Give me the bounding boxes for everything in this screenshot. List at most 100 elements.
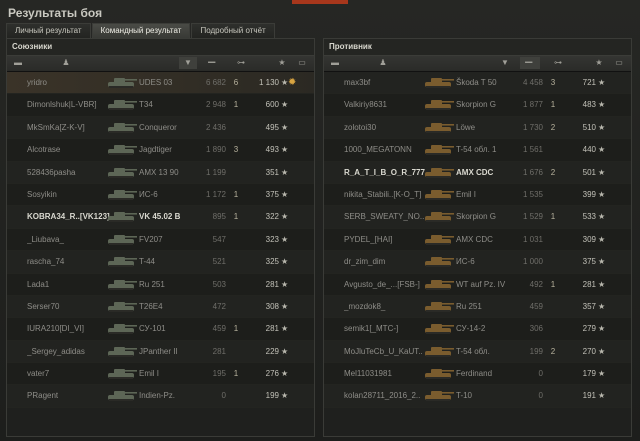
kills-value [547,184,559,205]
xp-value: 493 [265,145,279,155]
xp-value: 179 [582,369,596,379]
tank-icon [108,167,137,178]
player-row[interactable]: _Liubava_ FV207 547 323 ★ [7,228,314,252]
xp-sort-icon[interactable]: ★ [592,57,606,69]
player-row[interactable]: IURA210[DI_VI] СУ-101 459 1 281 ★ [7,318,314,341]
xp-value: 270 [582,346,596,356]
medal-sort-icon[interactable]: ▭ [612,57,626,69]
damage-value: 199 [529,346,543,356]
tab-personal[interactable]: Личный результат [6,23,91,38]
player-row[interactable]: Mel11031981 Ferdinand 0 179 ★ [324,363,631,386]
damage-value: 895 [212,212,226,222]
player-row[interactable]: _mozdok8_ Ru 251 459 357 ★ [324,295,631,319]
star-icon: ★ [281,122,289,132]
vehicle-sort-icon[interactable]: ▼ [179,57,197,69]
platoon-sort-icon[interactable]: ▬ [329,57,341,69]
player-row[interactable]: 528436pasha AMX 13 90 1 199 351 ★ [7,161,314,184]
xp-value: 276 [265,369,279,379]
xp-sort-icon[interactable]: ★ [275,57,289,69]
player-sort-icon[interactable]: ♟ [376,57,390,69]
vehicle-name: Skorpion G [456,212,497,222]
damage-value: 6 682 [205,78,226,87]
xp-value: 323 [265,234,279,244]
tank-icon [425,189,454,200]
xp-value: 199 [265,391,279,401]
player-row[interactable]: Lada1 Ru 251 503 281 ★ [7,273,314,296]
vehicle-sort-icon[interactable]: ▼ [496,57,514,69]
player-row[interactable]: _Sergey_adidas JPanther II 281 229 ★ [7,340,314,364]
star-icon: ★ [598,301,606,311]
xp-value: 483 [582,100,596,110]
player-row[interactable]: max3bf Škoda T 50 4 458 3 721 ★ [324,72,631,95]
kills-value [230,117,242,138]
tank-icon [108,212,137,223]
damage-sort-icon[interactable]: ━╸ [203,57,223,69]
player-row[interactable]: KOBRA34_R..[VK123] VK 45.02 B 895 1 322 ★ [7,206,314,229]
player-sort-icon[interactable]: ♟ [59,57,73,69]
player-row[interactable]: Sosyikin ИС-6 1 172 1 375 ★ [7,183,314,207]
battle-results-window: Результаты боя Личный результат Командны… [0,0,640,441]
allies-column-header: ▬ ♟ ▼ ━╸ ⊶ ★ ▭ [7,55,314,72]
player-row[interactable]: Avgusto_de_...[FSB-] WT auf Pz. IV 492 1 281… [324,273,631,296]
star-icon: ★ [281,189,289,199]
player-row[interactable]: MoJluTeCb_U_KaUT.. T-54 обл. 199 2 270 ★ [324,340,631,364]
damage-value: 1 000 [522,257,543,267]
damage-value: 1 535 [522,189,543,199]
damage-sort-icon[interactable]: ━╸ [520,57,540,69]
player-row[interactable]: semik1[_MTC-] СУ-14-2 306 279 ★ [324,318,631,341]
medal-icon: ✹ [288,77,297,88]
player-row[interactable]: R_A_T_I_B_O_R_777 AMX CDC 1 676 2 501 ★ [324,161,631,184]
vehicle-name: Indien-Pz. [139,391,176,401]
star-icon: ★ [281,391,289,401]
kills-value: 3 [233,145,239,155]
damage-value: 459 [212,324,226,334]
vehicle-name: T-54 обл. [456,346,490,356]
star-icon: ★ [598,100,606,110]
medal-sort-icon[interactable]: ▭ [295,57,309,69]
kills-sort-icon[interactable]: ⊶ [233,57,249,69]
star-icon: ★ [598,145,606,155]
kills-value: 1 [233,369,239,379]
damage-value: 1 676 [522,167,543,177]
player-row[interactable]: Serser70 T26E4 472 308 ★ [7,295,314,319]
star-icon: ★ [281,324,289,334]
xp-value: 281 [582,279,596,289]
star-icon: ★ [281,212,289,222]
xp-value: 501 [582,167,596,177]
vehicle-name: T-10 [456,391,473,401]
tank-icon [425,346,454,357]
player-row[interactable]: vater7 Emil I 195 1 276 ★ [7,363,314,386]
platoon-sort-icon[interactable]: ▬ [12,57,24,69]
player-row[interactable]: 1000_MEGATONN T-54 обл. 11 561 440 ★ [324,139,631,162]
tab-team[interactable]: Командный результат [91,23,191,38]
star-icon: ★ [281,346,289,356]
player-row[interactable]: kolan28711_2016_2.. T-10 0 191 ★ [324,385,631,408]
star-icon: ★ [598,189,606,199]
player-row[interactable]: PYDEL_[HAI] AMX CDC 1 031 309 ★ [324,228,631,252]
tank-icon [425,324,454,335]
kills-value [547,363,559,384]
star-icon: ★ [598,234,606,244]
player-row[interactable]: rascha_74 T-44 521 325 ★ [7,251,314,274]
star-icon: ★ [598,212,606,222]
enemies-panel: Противник ▬ ♟ ▼ ━╸ ⊶ ★ ▭ max3bf Škoda T 5… [323,38,632,437]
kills-value: 1 [233,189,239,199]
tab-detailed[interactable]: Подробный отчёт [191,23,275,38]
allies-list: yridro UDES 03 6 682 6 1 130 ★ ✹ Dimonlshuk|L-V… [7,72,314,408]
damage-value: 1 890 [205,145,226,155]
damage-value: 459 [529,301,543,311]
kills-value: 1 [233,100,239,110]
player-row[interactable]: MkSmKa[Z-K-V] Conqueror 2 436 495 ★ [7,116,314,140]
star-icon: ★ [281,301,289,311]
player-row[interactable]: dr_zim_dim ИС-6 1 000 375 ★ [324,251,631,274]
player-row[interactable]: Valkiriy8631 Skorpion G1 877 1 483 ★ [324,94,631,117]
player-row[interactable]: Alcotrase Jagdtiger 1 890 3 493 ★ [7,139,314,162]
kills-sort-icon[interactable]: ⊶ [550,57,566,69]
player-row[interactable]: PRagent Indien-Pz. 0 199 ★ [7,385,314,408]
damage-value: 472 [212,301,226,311]
player-row[interactable]: Dimonlshuk|L-VBR] T34 2 948 1 600 ★ [7,94,314,117]
player-row[interactable]: nikita_Stabili..[K-O_T] Emil I1 535 399 ★ [324,183,631,207]
player-row[interactable]: zolotoi30 Löwe 1 730 2 510 ★ [324,116,631,140]
player-row[interactable]: yridro UDES 03 6 682 6 1 130 ★ ✹ [7,72,314,95]
player-row[interactable]: SERB_SWEATY_NO.. Skorpion G1 529 1 533 ★ [324,206,631,229]
